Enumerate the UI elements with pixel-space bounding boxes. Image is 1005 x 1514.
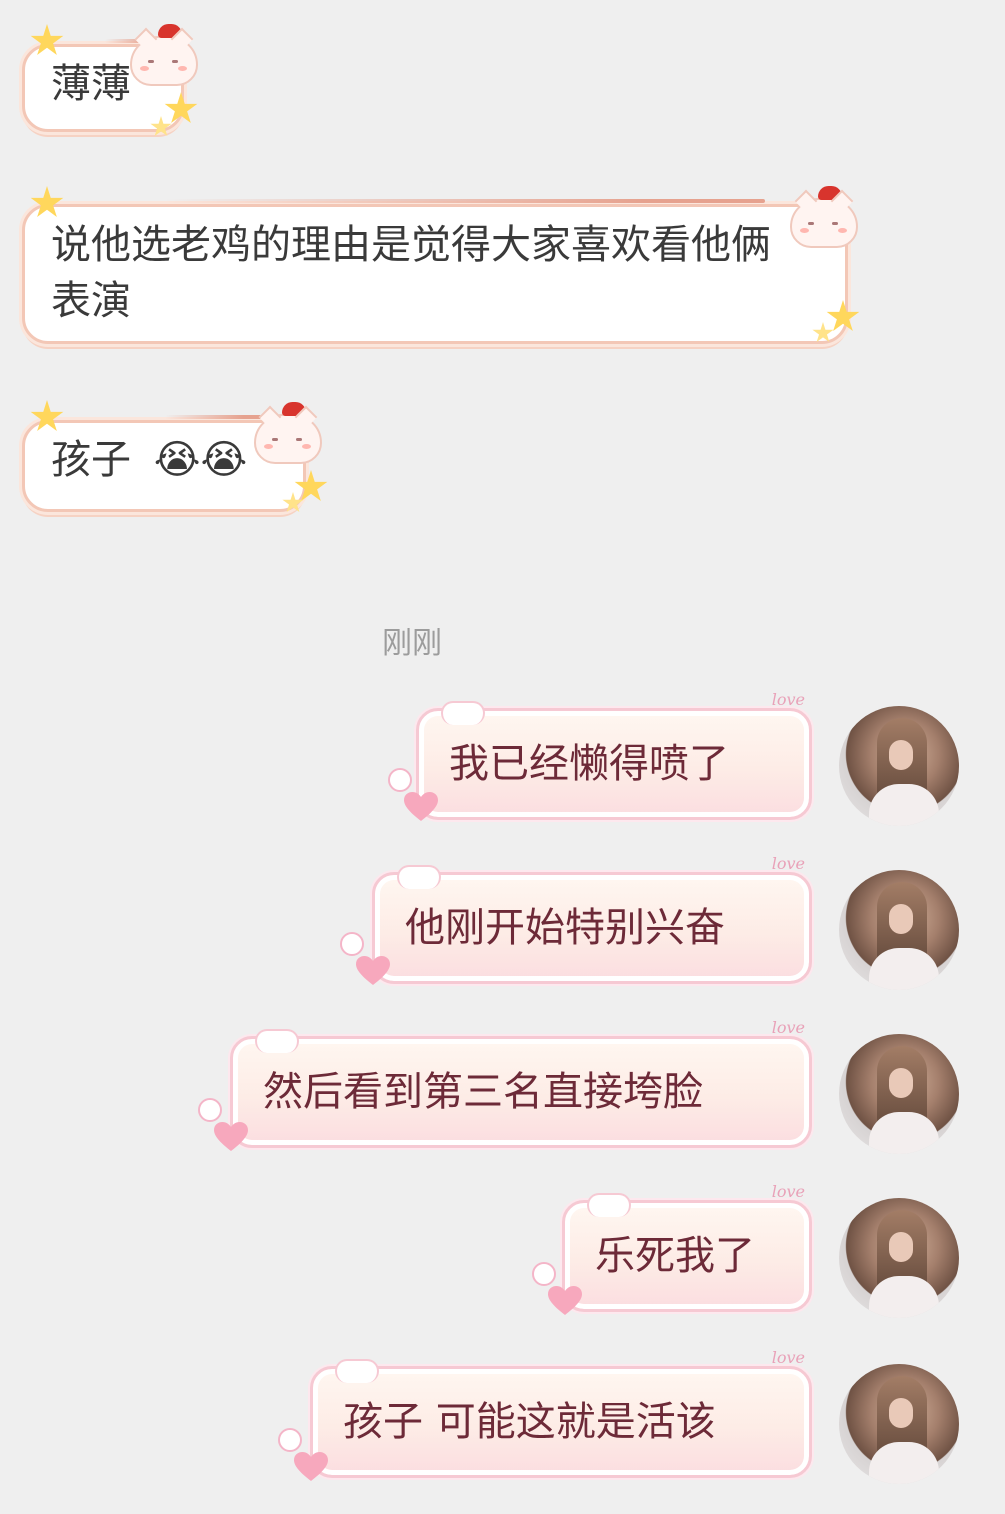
crying-emoji: 😭😭 bbox=[153, 437, 248, 483]
user-avatar[interactable] bbox=[839, 1034, 959, 1154]
cloud-decoration bbox=[441, 701, 485, 725]
message-timestamp: 刚刚 bbox=[382, 626, 442, 661]
cat-icon bbox=[790, 186, 858, 248]
user-avatar[interactable] bbox=[839, 870, 959, 990]
outgoing-message-bubble[interactable]: love 我已经懒得喷了 bbox=[416, 691, 812, 820]
cloud-decoration bbox=[335, 1359, 379, 1383]
speech-bubble-icon bbox=[198, 1098, 222, 1122]
love-decoration: love bbox=[771, 1348, 805, 1367]
message-text: 孩子 可能这就是活该 bbox=[343, 1399, 716, 1445]
user-avatar[interactable] bbox=[839, 706, 959, 826]
message-text: 说他选老鸡的理由是觉得大家喜欢看他俩表演 bbox=[51, 222, 771, 324]
outgoing-message-row: love 乐死我了 bbox=[0, 1183, 1005, 1328]
outgoing-message-row: love 孩子 可能这就是活该 bbox=[0, 1349, 1005, 1494]
message-text: 他刚开始特别兴奋 bbox=[405, 905, 725, 951]
speech-bubble-icon bbox=[340, 932, 364, 956]
outgoing-message-bubble[interactable]: love 然后看到第三名直接垮脸 bbox=[230, 1019, 812, 1148]
cat-icon bbox=[254, 402, 322, 464]
cloud-decoration bbox=[397, 865, 441, 889]
bubble-ribbon bbox=[165, 415, 263, 419]
outgoing-message-bubble[interactable]: love 孩子 可能这就是活该 bbox=[310, 1349, 812, 1478]
message-text: 薄薄 bbox=[51, 61, 131, 107]
user-avatar[interactable] bbox=[839, 1198, 959, 1318]
outgoing-message-bubble[interactable]: love 他刚开始特别兴奋 bbox=[372, 855, 812, 984]
speech-bubble-icon bbox=[388, 768, 412, 792]
cat-icon bbox=[130, 24, 198, 86]
incoming-message-bubble[interactable]: 说他选老鸡的理由是觉得大家喜欢看他俩表演 bbox=[22, 199, 848, 344]
love-decoration: love bbox=[771, 1182, 805, 1201]
message-text: 然后看到第三名直接垮脸 bbox=[263, 1069, 703, 1115]
outgoing-message-row: love 然后看到第三名直接垮脸 bbox=[0, 1019, 1005, 1164]
message-text: 孩子 bbox=[51, 437, 131, 483]
outgoing-message-row: love 他刚开始特别兴奋 bbox=[0, 855, 1005, 1000]
user-avatar[interactable] bbox=[839, 1364, 959, 1484]
bubble-ribbon bbox=[165, 199, 765, 203]
speech-bubble-icon bbox=[278, 1428, 302, 1452]
message-text: 乐死我了 bbox=[595, 1233, 755, 1279]
cloud-decoration bbox=[255, 1029, 299, 1053]
speech-bubble-icon bbox=[532, 1262, 556, 1286]
love-decoration: love bbox=[771, 690, 805, 709]
outgoing-message-bubble[interactable]: love 乐死我了 bbox=[562, 1183, 812, 1312]
outgoing-message-row: love 我已经懒得喷了 bbox=[0, 691, 1005, 836]
message-text: 我已经懒得喷了 bbox=[449, 741, 729, 787]
cloud-decoration bbox=[587, 1193, 631, 1217]
love-decoration: love bbox=[771, 1018, 805, 1037]
love-decoration: love bbox=[771, 854, 805, 873]
